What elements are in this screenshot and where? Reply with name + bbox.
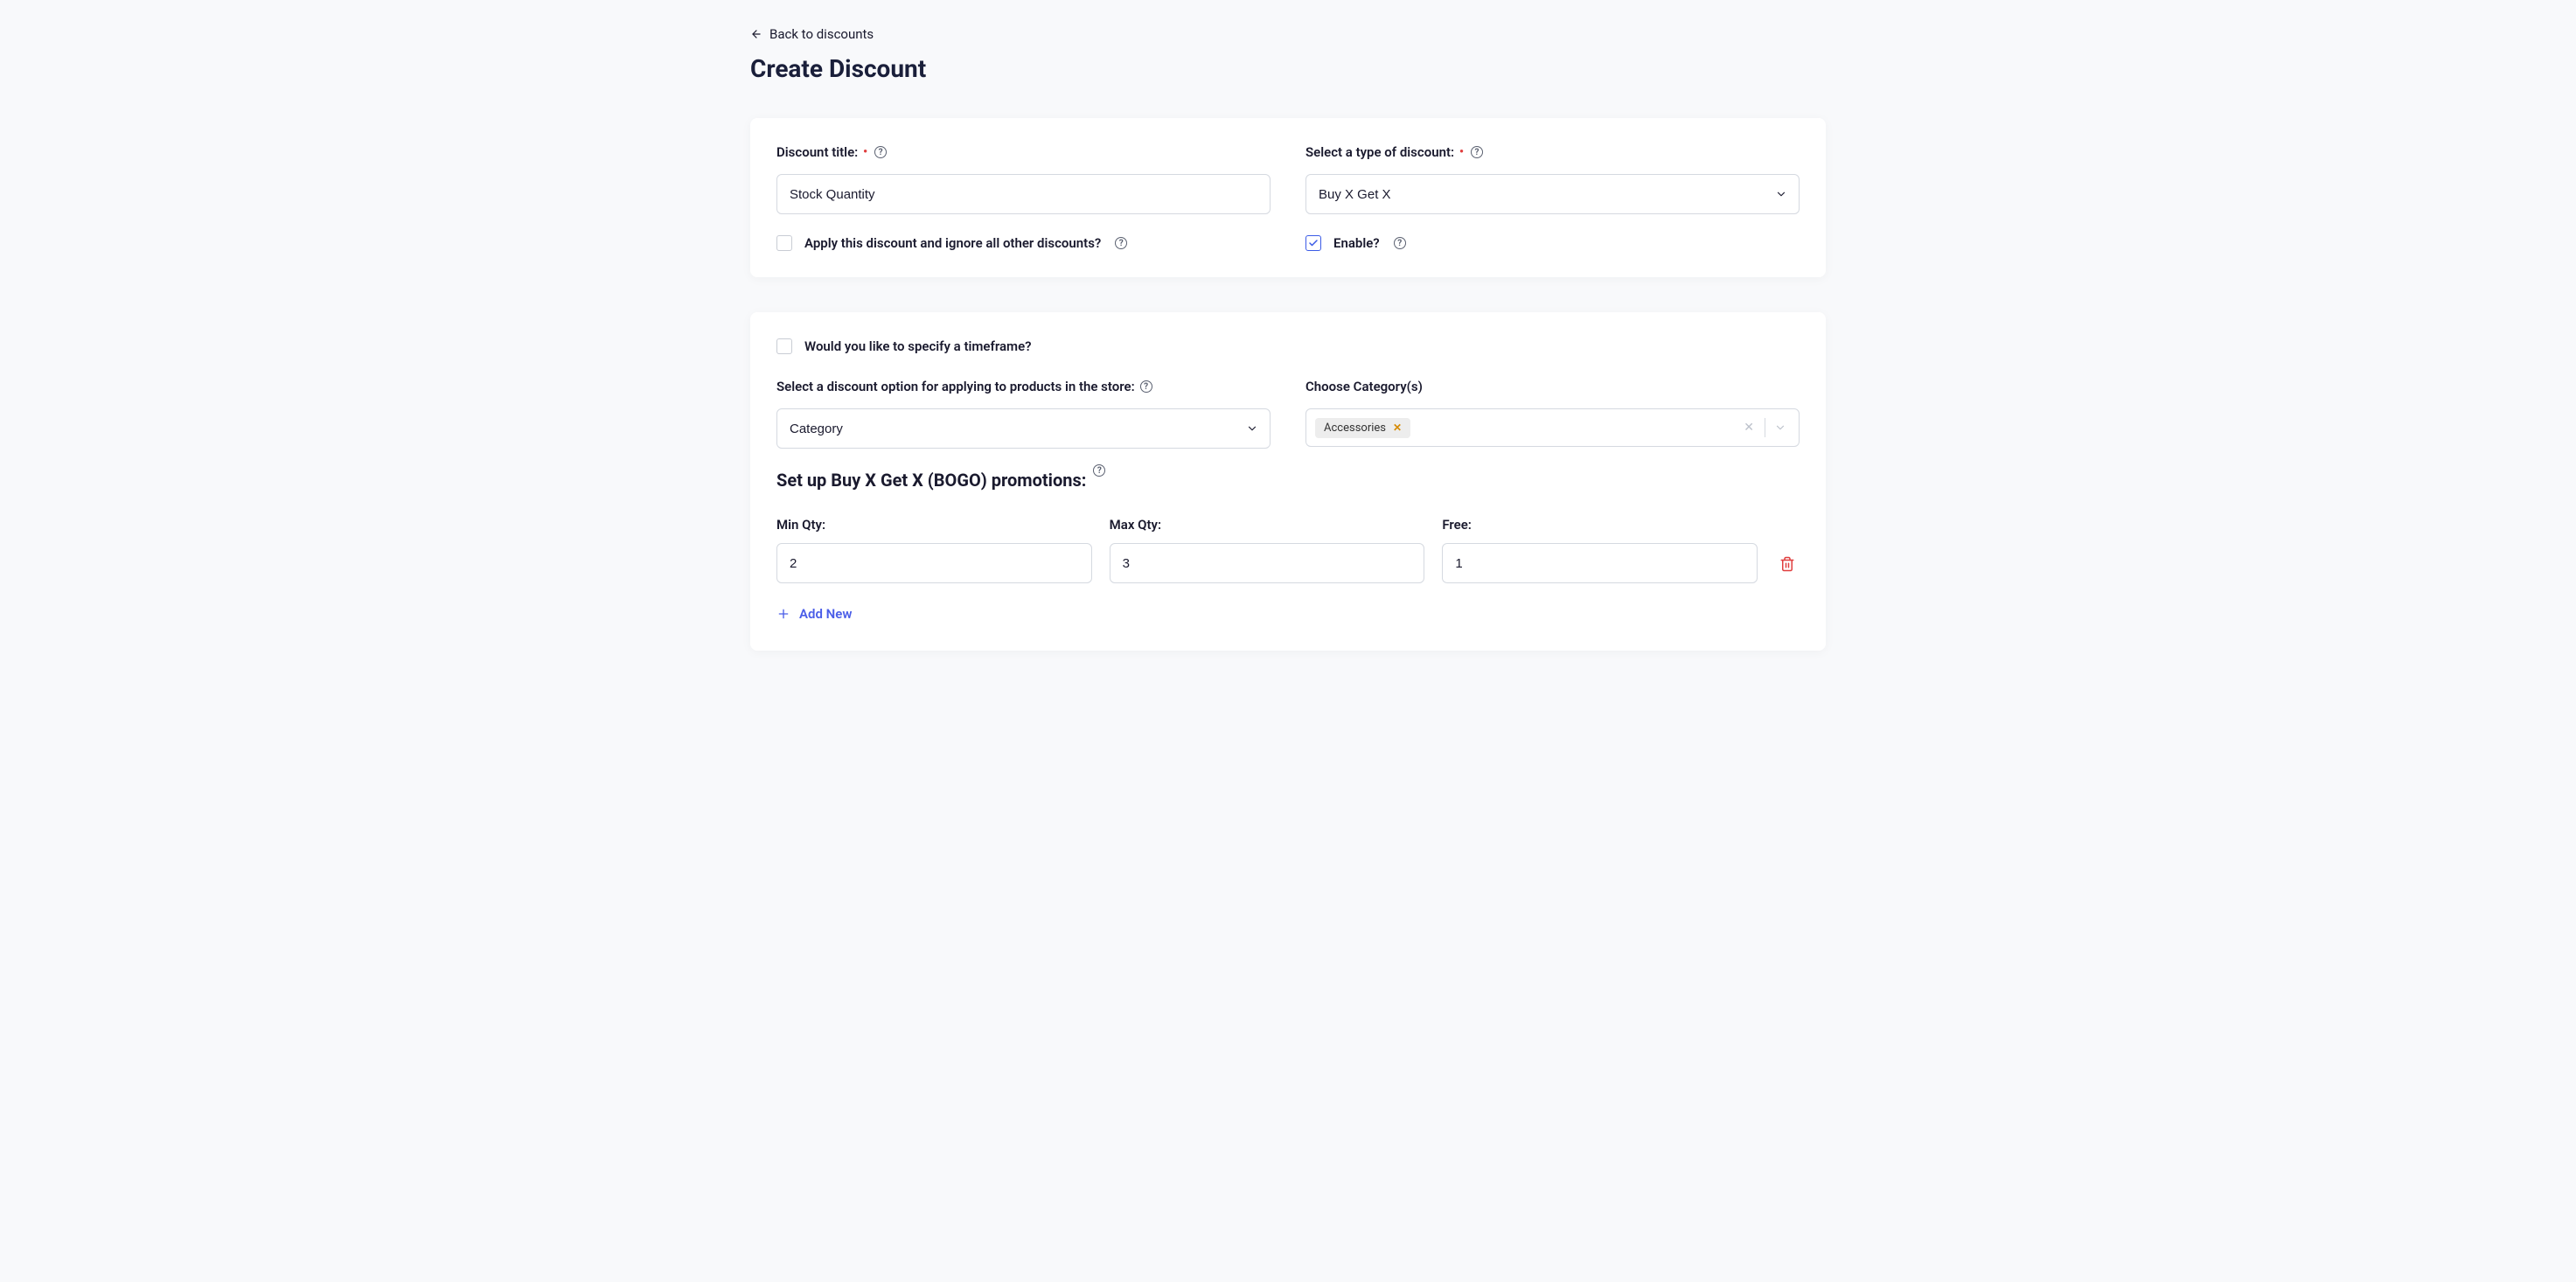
min-qty-label: Min Qty: <box>776 517 1092 533</box>
enable-label: Enable? <box>1333 235 1380 251</box>
category-tag-label: Accessories <box>1324 422 1386 435</box>
clear-all-icon[interactable]: ✕ <box>1738 421 1759 435</box>
delete-row-button[interactable] <box>1775 545 1800 583</box>
discount-title-field: Discount title: ● <box>776 144 1271 214</box>
timeframe-row: Would you like to specify a timeframe? <box>776 338 1800 354</box>
category-multiselect[interactable]: Accessories ✕ ✕ <box>1305 408 1800 447</box>
category-tag: Accessories ✕ <box>1315 418 1410 438</box>
free-qty-label: Free: <box>1442 517 1758 533</box>
required-indicator: ● <box>1459 148 1464 155</box>
page-title: Create Discount <box>750 54 1826 83</box>
help-icon[interactable] <box>1394 237 1406 249</box>
apply-ignore-label: Apply this discount and ignore all other… <box>804 235 1101 251</box>
discount-config-card: Would you like to specify a timeframe? S… <box>750 312 1826 651</box>
bogo-row: Min Qty: Max Qty: Free: <box>776 517 1800 583</box>
choose-category-label: Choose Category(s) <box>1305 379 1800 394</box>
discount-type-select[interactable]: Buy X Get X <box>1305 174 1800 214</box>
apply-ignore-checkbox[interactable] <box>776 235 792 251</box>
free-qty-field: Free: <box>1442 517 1758 583</box>
discount-type-field: Select a type of discount: ● Buy X Get X <box>1305 144 1800 214</box>
add-new-label: Add New <box>799 606 852 622</box>
discount-title-input[interactable] <box>776 174 1271 214</box>
max-qty-field: Max Qty: <box>1110 517 1425 583</box>
discount-option-label: Select a discount option for applying to… <box>776 379 1271 394</box>
plus-icon <box>776 607 790 621</box>
bogo-heading: Set up Buy X Get X (BOGO) promotions: <box>776 470 1086 491</box>
chevron-down-icon[interactable] <box>1774 422 1786 434</box>
help-icon[interactable] <box>1471 146 1483 158</box>
discount-option-field: Select a discount option for applying to… <box>776 379 1271 449</box>
enable-checkbox[interactable] <box>1305 235 1321 251</box>
discount-type-label: Select a type of discount: ● <box>1305 144 1800 160</box>
max-qty-input[interactable] <box>1110 543 1425 583</box>
min-qty-input[interactable] <box>776 543 1092 583</box>
add-new-button[interactable]: Add New <box>776 606 852 622</box>
help-icon[interactable] <box>874 146 887 158</box>
timeframe-label: Would you like to specify a timeframe? <box>804 338 1032 354</box>
arrow-left-icon <box>750 28 762 40</box>
free-qty-input[interactable] <box>1442 543 1758 583</box>
discount-basic-card: Discount title: ● Select a type of disco… <box>750 118 1826 277</box>
help-icon[interactable] <box>1140 380 1152 393</box>
tag-remove-icon[interactable]: ✕ <box>1393 422 1402 434</box>
back-to-discounts-link[interactable]: Back to discounts <box>750 26 874 42</box>
back-link-label: Back to discounts <box>769 26 874 42</box>
discount-title-label: Discount title: ● <box>776 144 1271 160</box>
help-icon[interactable] <box>1093 464 1105 477</box>
bogo-heading-row: Set up Buy X Get X (BOGO) promotions: <box>776 470 1800 491</box>
discount-option-select[interactable]: Category <box>776 408 1271 449</box>
enable-row: Enable? <box>1305 235 1800 251</box>
apply-ignore-row: Apply this discount and ignore all other… <box>776 235 1271 251</box>
help-icon[interactable] <box>1115 237 1127 249</box>
min-qty-field: Min Qty: <box>776 517 1092 583</box>
required-indicator: ● <box>863 148 867 155</box>
trash-icon <box>1779 556 1795 572</box>
timeframe-checkbox[interactable] <box>776 338 792 354</box>
choose-category-field: Choose Category(s) Accessories ✕ ✕ <box>1305 379 1800 449</box>
max-qty-label: Max Qty: <box>1110 517 1425 533</box>
